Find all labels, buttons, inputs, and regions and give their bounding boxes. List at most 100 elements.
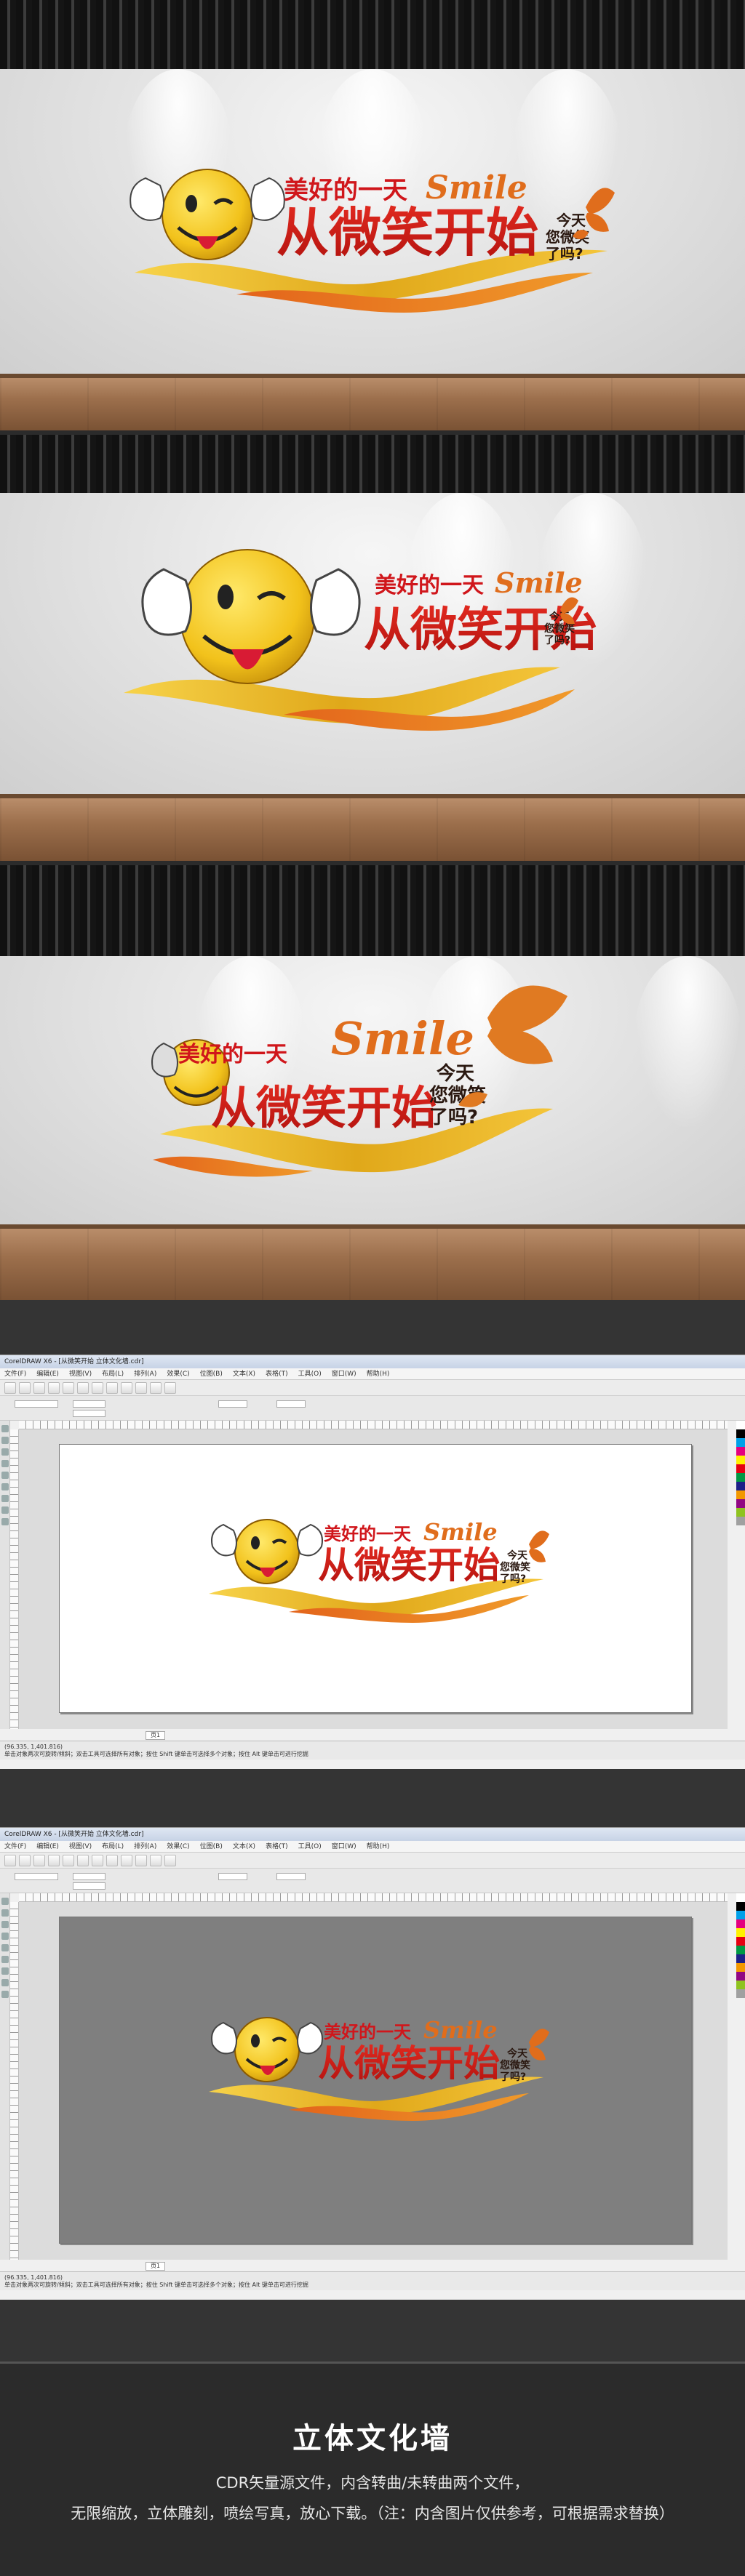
menu-tools[interactable]: 工具(O) bbox=[298, 1841, 322, 1852]
new-icon[interactable] bbox=[4, 1382, 16, 1394]
undo-icon[interactable] bbox=[106, 1382, 118, 1394]
save-icon[interactable] bbox=[33, 1855, 45, 1866]
menu-layout[interactable]: 布局(L) bbox=[102, 1368, 124, 1379]
menu-bitmaps[interactable]: 位图(B) bbox=[200, 1841, 223, 1852]
redo-icon[interactable] bbox=[121, 1382, 132, 1394]
crop-tool-icon[interactable] bbox=[1, 1448, 9, 1456]
menu-text[interactable]: 文本(X) bbox=[233, 1368, 255, 1379]
separator bbox=[0, 2300, 745, 2362]
copy-icon[interactable] bbox=[77, 1855, 89, 1866]
text-tool-icon[interactable] bbox=[1, 1506, 9, 1514]
document-page[interactable]: 美好的一天 Smile 从微笑开始 今天 您微笑 了吗? bbox=[59, 1444, 692, 1713]
culture-wall-sign: 美好的一天 Smile 从微笑开始 今天 您微笑 了吗? bbox=[124, 540, 597, 731]
menu-file[interactable]: 文件(F) bbox=[4, 1368, 26, 1379]
undo-icon[interactable] bbox=[106, 1855, 118, 1866]
paste-icon[interactable] bbox=[92, 1855, 103, 1866]
horizontal-ruler[interactable] bbox=[19, 1893, 728, 1902]
cut-icon[interactable] bbox=[63, 1382, 74, 1394]
units-select[interactable] bbox=[218, 1400, 247, 1408]
open-icon[interactable] bbox=[19, 1855, 31, 1866]
showroom-scene-3: 美好的一天 Smile 从微笑开始 今天 您微笑 了吗? bbox=[0, 865, 745, 1300]
culture-wall-design[interactable]: 美好的一天 Smile 从微笑开始 今天 您微笑 了吗? bbox=[209, 1514, 551, 1623]
product-title: 立体文化墙 bbox=[292, 2422, 453, 2455]
height-field[interactable] bbox=[73, 1410, 105, 1417]
status-hint: 单击对象两次可旋转/倾斜；双击工具可选择所有对象；按住 Shift 键单击可选择… bbox=[4, 2282, 308, 2288]
menu-window[interactable]: 窗口(W) bbox=[332, 1368, 356, 1379]
shape-tool-icon[interactable] bbox=[1, 1437, 9, 1444]
menu-view[interactable]: 视图(V) bbox=[69, 1841, 92, 1852]
zoom-tool-icon[interactable] bbox=[1, 1460, 9, 1467]
ellipse-tool-icon[interactable] bbox=[1, 1495, 9, 1502]
freehand-tool-icon[interactable] bbox=[1, 1472, 9, 1479]
shape-tool-icon[interactable] bbox=[1, 1909, 9, 1917]
print-icon[interactable] bbox=[48, 1382, 60, 1394]
rectangle-tool-icon[interactable] bbox=[1, 1483, 9, 1490]
paste-icon[interactable] bbox=[92, 1382, 103, 1394]
menu-tools[interactable]: 工具(O) bbox=[298, 1368, 322, 1379]
vertical-ruler[interactable] bbox=[10, 1902, 19, 2260]
drawing-canvas[interactable]: 美好的一天 Smile 从微笑开始 今天 您微笑 了吗? bbox=[19, 1902, 728, 2260]
save-icon[interactable] bbox=[33, 1382, 45, 1394]
menu-effects[interactable]: 效果(C) bbox=[167, 1368, 189, 1379]
redo-icon[interactable] bbox=[121, 1855, 132, 1866]
menu-table[interactable]: 表格(T) bbox=[266, 1368, 288, 1379]
open-icon[interactable] bbox=[19, 1382, 31, 1394]
fill-tool-icon[interactable] bbox=[1, 1518, 9, 1525]
zoom-icon[interactable] bbox=[164, 1382, 176, 1394]
menu-bar: 文件(F) 编辑(E) 视图(V) 布局(L) 排列(A) 效果(C) 位图(B… bbox=[0, 1368, 745, 1380]
menu-edit[interactable]: 编辑(E) bbox=[36, 1368, 59, 1379]
menu-arrange[interactable]: 排列(A) bbox=[134, 1841, 156, 1852]
nudge-field[interactable] bbox=[276, 1873, 306, 1880]
copy-icon[interactable] bbox=[77, 1382, 89, 1394]
export-icon[interactable] bbox=[150, 1855, 162, 1866]
paper-size-select[interactable] bbox=[15, 1400, 58, 1408]
import-icon[interactable] bbox=[135, 1855, 147, 1866]
page-tab[interactable]: 页1 bbox=[146, 1731, 166, 1740]
menu-text[interactable]: 文本(X) bbox=[233, 1841, 255, 1852]
page-tab[interactable]: 页1 bbox=[146, 2262, 166, 2271]
standard-toolbar bbox=[0, 1853, 745, 1869]
crop-tool-icon[interactable] bbox=[1, 1921, 9, 1928]
menu-effects[interactable]: 效果(C) bbox=[167, 1841, 189, 1852]
units-select[interactable] bbox=[218, 1873, 247, 1880]
height-field[interactable] bbox=[73, 1882, 105, 1890]
menu-help[interactable]: 帮助(H) bbox=[367, 1841, 390, 1852]
menu-table[interactable]: 表格(T) bbox=[266, 1841, 288, 1852]
menu-window[interactable]: 窗口(W) bbox=[332, 1841, 356, 1852]
svg-text:美好的一天: 美好的一天 bbox=[324, 1524, 411, 1544]
cut-icon[interactable] bbox=[63, 1855, 74, 1866]
text-tool-icon[interactable] bbox=[1, 1979, 9, 1986]
pick-tool-icon[interactable] bbox=[1, 1898, 9, 1905]
horizontal-ruler[interactable] bbox=[19, 1421, 728, 1429]
vertical-ruler[interactable] bbox=[10, 1429, 19, 1729]
menu-bitmaps[interactable]: 位图(B) bbox=[200, 1368, 223, 1379]
pick-tool-icon[interactable] bbox=[1, 1425, 9, 1432]
print-icon[interactable] bbox=[48, 1855, 60, 1866]
fill-tool-icon[interactable] bbox=[1, 1991, 9, 1998]
document-page[interactable]: 美好的一天 Smile 从微笑开始 今天 您微笑 了吗? bbox=[59, 1917, 692, 2244]
svg-text:了吗?: 了吗? bbox=[500, 1573, 526, 1585]
menu-arrange[interactable]: 排列(A) bbox=[134, 1368, 156, 1379]
butterfly-icon bbox=[529, 1530, 549, 1562]
paper-size-select[interactable] bbox=[15, 1873, 58, 1880]
ellipse-tool-icon[interactable] bbox=[1, 1967, 9, 1975]
menu-view[interactable]: 视图(V) bbox=[69, 1368, 92, 1379]
export-icon[interactable] bbox=[150, 1382, 162, 1394]
menu-file[interactable]: 文件(F) bbox=[4, 1841, 26, 1852]
freehand-tool-icon[interactable] bbox=[1, 1944, 9, 1951]
width-field[interactable] bbox=[73, 1873, 105, 1880]
property-bar bbox=[0, 1396, 745, 1421]
import-icon[interactable] bbox=[135, 1382, 147, 1394]
drawing-canvas[interactable]: 美好的一天 Smile 从微笑开始 今天 您微笑 了吗? bbox=[19, 1429, 728, 1729]
width-field[interactable] bbox=[73, 1400, 105, 1408]
menu-edit[interactable]: 编辑(E) bbox=[36, 1841, 59, 1852]
new-icon[interactable] bbox=[4, 1855, 16, 1866]
culture-wall-design[interactable]: 美好的一天 Smile 从微笑开始 今天 您微笑 了吗? bbox=[209, 2012, 551, 2121]
rectangle-tool-icon[interactable] bbox=[1, 1956, 9, 1963]
menu-help[interactable]: 帮助(H) bbox=[367, 1368, 390, 1379]
nudge-field[interactable] bbox=[276, 1400, 306, 1408]
menu-layout[interactable]: 布局(L) bbox=[102, 1841, 124, 1852]
zoom-tool-icon[interactable] bbox=[1, 1933, 9, 1940]
svg-text:您微笑: 您微笑 bbox=[544, 622, 575, 635]
zoom-icon[interactable] bbox=[164, 1855, 176, 1866]
